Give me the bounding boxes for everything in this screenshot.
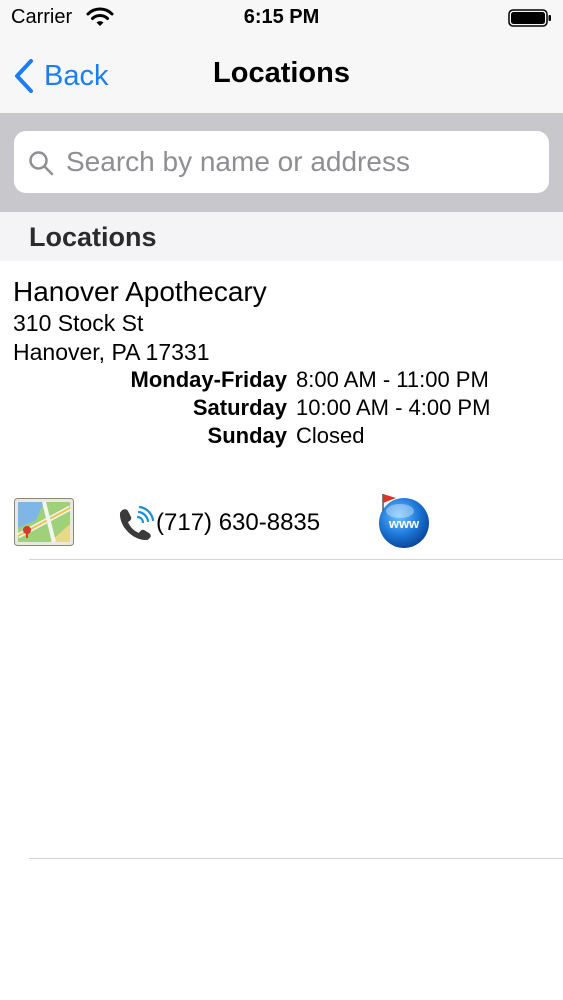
hours-list: Monday-Friday 8:00 AM - 11:00 PM Saturda… [0, 367, 563, 451]
phone-icon [119, 505, 155, 541]
hours-row: Saturday 10:00 AM - 4:00 PM [0, 395, 563, 423]
hours-day: Monday-Friday [130, 367, 287, 392]
hours-day: Saturday [192, 395, 287, 420]
web-icon-label: www [388, 516, 420, 531]
row-separator [29, 559, 563, 560]
location-street: 310 Stock St [13, 310, 144, 336]
clock-time: 6:15 PM [243, 6, 320, 28]
section-title: Locations [29, 222, 157, 252]
search-icon [29, 151, 54, 176]
phone-number: (717) 630-8835 [156, 509, 321, 536]
phone-button[interactable]: (717) 630-8835 [116, 505, 320, 541]
search-bar-container [0, 114, 563, 212]
location-cell[interactable]: Hanover Apothecary 310 Stock St Hanover,… [0, 261, 563, 559]
hours-row: Sunday Closed [0, 423, 563, 451]
search-field[interactable] [14, 131, 549, 193]
hours-time: 10:00 AM - 4:00 PM [296, 395, 491, 420]
location-city: Hanover, PA 17331 [13, 339, 210, 365]
section-header: Locations [0, 212, 563, 261]
hours-row: Monday-Friday 8:00 AM - 11:00 PM [0, 367, 563, 395]
map-icon[interactable] [14, 498, 74, 546]
hours-day: Sunday [207, 423, 287, 448]
location-name: Hanover Apothecary [13, 276, 267, 307]
hours-time: 8:00 AM - 11:00 PM [296, 367, 489, 392]
navigation-bar: Back Locations [0, 38, 563, 114]
battery-icon [508, 9, 551, 27]
web-icon[interactable]: www [374, 491, 432, 549]
row-separator [29, 858, 563, 859]
search-input[interactable] [66, 131, 536, 193]
hours-time: Closed [296, 423, 365, 448]
status-bar: Carrier 6:15 PM [0, 0, 563, 38]
page-title: Locations [213, 57, 350, 89]
